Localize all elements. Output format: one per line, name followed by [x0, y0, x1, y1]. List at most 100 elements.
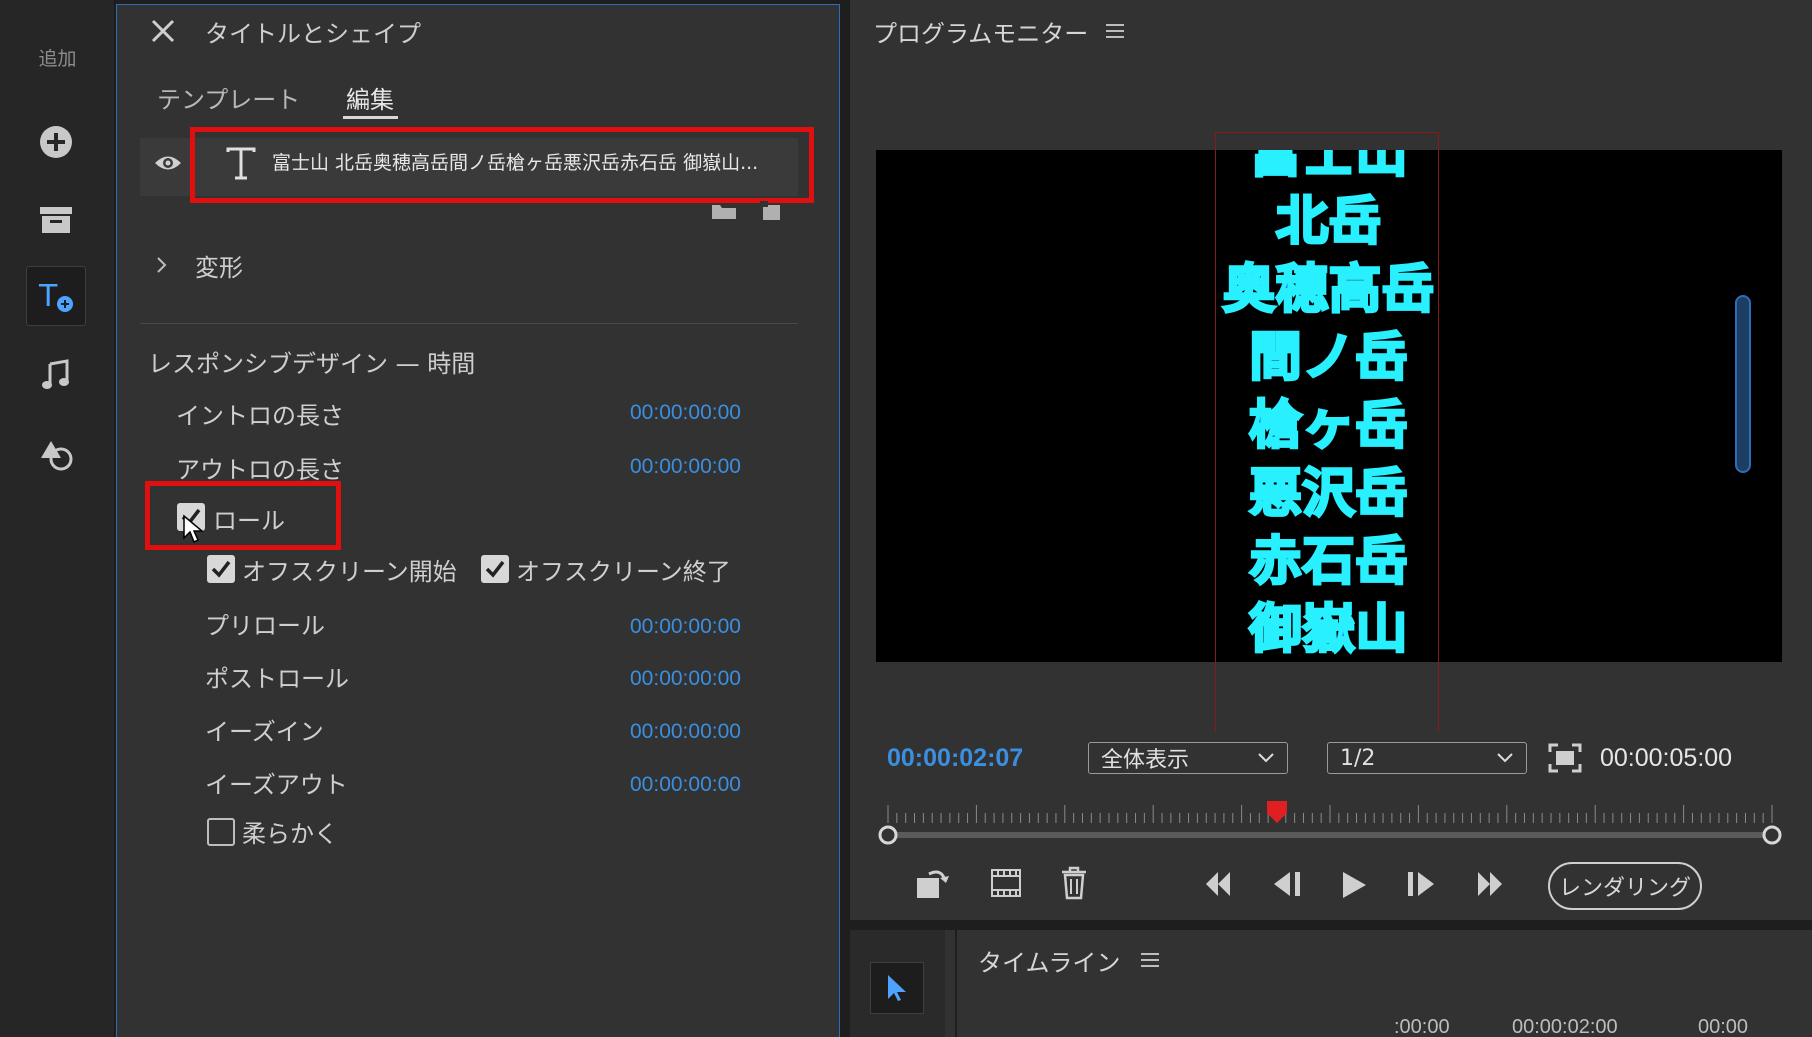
ruler-label: :00:00: [1394, 1016, 1450, 1037]
easein-label: イーズイン: [205, 718, 324, 746]
timeline-title: タイムライン: [978, 949, 1121, 977]
preview-line: 奥穂高岳: [1221, 259, 1435, 322]
fit-dropdown[interactable]: 全体表示: [1088, 742, 1288, 774]
new-layer-icon[interactable]: [760, 201, 782, 225]
delete-button[interactable]: [1060, 866, 1088, 900]
go-to-out-button[interactable]: [1474, 870, 1506, 898]
preroll-value[interactable]: 00:00:00:00: [630, 615, 741, 639]
export-frame-button[interactable]: [915, 866, 951, 900]
title-shape-button[interactable]: T: [26, 266, 86, 326]
out-point-handle[interactable]: [1762, 825, 1782, 845]
trash-icon: [1062, 866, 1086, 900]
tab-template[interactable]: テンプレート: [157, 80, 300, 115]
intro-label: イントロの長さ: [176, 402, 344, 430]
archive-button[interactable]: [26, 190, 86, 250]
rolling-title-text: 富士山 北岳 奥穂高岳 間ノ岳 槍ヶ岳 悪沢岳 赤石岳 御嶽山: [876, 150, 1782, 662]
fit-dropdown-value: 全体表示: [1101, 748, 1190, 773]
shapes-icon: [41, 441, 73, 471]
outro-label: アウトロの長さ: [176, 456, 344, 484]
easeout-label: イーズアウト: [205, 771, 348, 799]
resolution-dropdown[interactable]: 1/2: [1327, 742, 1527, 774]
add-circle-icon: [40, 126, 72, 158]
music-note-icon: [42, 359, 69, 389]
text-bounds-right: [1438, 132, 1439, 732]
step-back-button[interactable]: [1270, 870, 1304, 898]
text-bounds-left: [1215, 132, 1216, 732]
toolbar-title: 追加: [38, 48, 77, 70]
preview-line: 富士山: [1248, 150, 1409, 186]
ruler-label: 00:00: [1698, 1016, 1749, 1037]
text-bounds-top: [1215, 132, 1439, 133]
preview-line: 間ノ岳: [1248, 327, 1409, 390]
play-icon: [1343, 872, 1366, 898]
archive-icon: [40, 207, 72, 233]
close-icon[interactable]: [150, 18, 176, 48]
timeline-divider: [955, 930, 957, 1037]
preview-line: 御嶽山: [1248, 599, 1409, 662]
offscreen-end-checkbox[interactable]: [481, 555, 509, 583]
eye-icon[interactable]: [153, 152, 183, 178]
current-timecode[interactable]: 00:00:02:07: [887, 744, 1023, 773]
menu-icon[interactable]: [1141, 952, 1159, 972]
step-forward-button[interactable]: [1404, 870, 1438, 898]
outro-value[interactable]: 00:00:00:00: [630, 455, 741, 479]
add-button[interactable]: [26, 112, 86, 172]
preview-line: 槍ヶ岳: [1248, 395, 1409, 458]
offscreen-end-label[interactable]: オフスクリーン終了: [516, 552, 731, 587]
easeout-value[interactable]: 00:00:00:00: [630, 773, 741, 797]
postroll-value[interactable]: 00:00:00:00: [630, 667, 741, 691]
smooth-checkbox[interactable]: [207, 818, 235, 846]
menu-icon[interactable]: [1106, 23, 1124, 43]
scrubber-ticks: [887, 805, 1773, 823]
preview-line: 赤石岳: [1248, 531, 1409, 594]
easein-value[interactable]: 00:00:00:00: [630, 720, 741, 744]
left-toolbar: 追加 T: [0, 0, 115, 1037]
preview-line: 北岳: [1274, 191, 1382, 254]
render-button[interactable]: レンダリング: [1548, 862, 1702, 910]
arrow-cursor-icon: [888, 975, 906, 1001]
shapes-button[interactable]: [26, 424, 86, 484]
safe-margins-button[interactable]: [990, 868, 1022, 898]
title-add-icon: T: [38, 279, 73, 314]
panel-title: タイトルとシェイプ: [205, 20, 421, 48]
scrubber-track: [888, 832, 1772, 838]
preview-line: 悪沢岳: [1248, 463, 1409, 526]
ruler-label: 00:00:02:00: [1512, 1016, 1618, 1037]
tab-edit[interactable]: 編集: [346, 80, 394, 115]
resolution-dropdown-value: 1/2: [1340, 745, 1376, 771]
render-button-label: レンダリング: [1558, 876, 1691, 901]
video-preview[interactable]: 富士山 北岳 奥穂高岳 間ノ岳 槍ヶ岳 悪沢岳 赤石岳 御嶽山: [876, 150, 1782, 662]
svg-text:T: T: [38, 279, 58, 314]
postroll-label: ポストロール: [205, 665, 349, 693]
monitor-title: プログラムモニター: [873, 20, 1089, 48]
offscreen-start-label[interactable]: オフスクリーン開始: [242, 552, 457, 587]
playhead[interactable]: [1266, 801, 1287, 823]
film-grid-icon: [991, 869, 1021, 897]
smooth-label[interactable]: 柔らかく: [242, 814, 338, 849]
skip-forward-icon: [1478, 872, 1502, 896]
highlight-box-layer: [190, 127, 814, 203]
play-button[interactable]: [1340, 870, 1368, 900]
preroll-label: プリロール: [205, 612, 325, 640]
step-back-icon: [1274, 872, 1300, 896]
chevron-right-icon[interactable]: [155, 256, 167, 278]
step-forward-icon: [1408, 872, 1434, 896]
chevron-down-icon: [1258, 753, 1274, 763]
vertical-scrollbar[interactable]: [1735, 295, 1751, 473]
responsive-header: レスポンシブデザイン — 時間: [148, 350, 476, 378]
transform-label[interactable]: 変形: [195, 248, 243, 283]
folder-icon[interactable]: [711, 202, 737, 224]
highlight-box-roll: [145, 481, 341, 550]
skip-back-icon: [1206, 872, 1230, 896]
go-to-in-button[interactable]: [1202, 870, 1234, 898]
tab-edit-underline: [343, 116, 398, 119]
audio-button[interactable]: [26, 345, 86, 405]
divider: [140, 323, 798, 324]
export-frame-icon: [917, 870, 949, 898]
offscreen-start-checkbox[interactable]: [207, 555, 235, 583]
selection-tool-button[interactable]: [870, 962, 924, 1014]
scrubber[interactable]: [870, 795, 1790, 850]
fullscreen-icon[interactable]: [1548, 743, 1582, 777]
in-point-handle[interactable]: [878, 825, 898, 845]
intro-value[interactable]: 00:00:00:00: [630, 401, 741, 425]
